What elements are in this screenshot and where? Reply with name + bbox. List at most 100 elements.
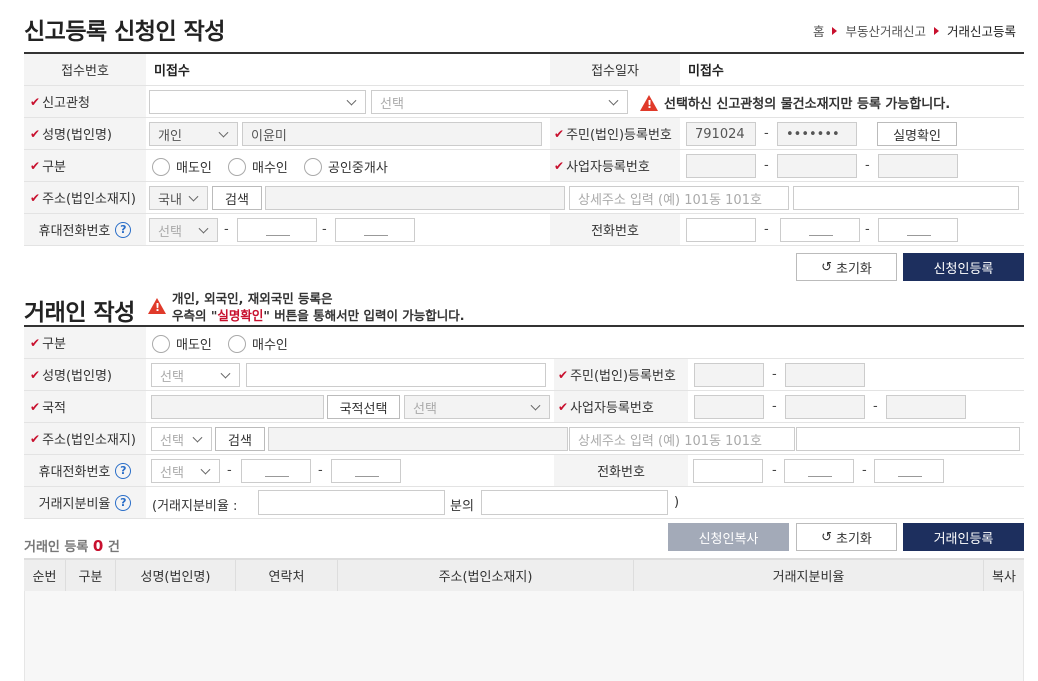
breadcrumb-home[interactable]: 홈 xyxy=(813,21,825,40)
radio-broker[interactable]: 공인중개사 xyxy=(304,157,388,176)
party-address-search-button[interactable]: 검색 xyxy=(215,427,265,451)
party-nationality-input[interactable] xyxy=(151,395,324,419)
share-numerator-input[interactable] xyxy=(481,490,668,515)
party-address-select[interactable]: 선택 xyxy=(151,427,212,451)
dash: - xyxy=(322,222,327,237)
help-icon[interactable]: ? xyxy=(115,221,132,238)
party-radio-seller[interactable]: 매도인 xyxy=(152,334,212,353)
office-warning: ! 선택하신 신고관청의 물건소재지만 등록 가능합니다. xyxy=(640,93,950,112)
party-rrn-front-input[interactable] xyxy=(694,363,764,387)
mobile-middle-input[interactable] xyxy=(237,218,317,242)
party-mobile-middle-input[interactable] xyxy=(241,459,311,483)
dash: - xyxy=(227,463,232,478)
phone-area-input[interactable] xyxy=(686,218,756,242)
party-mobile-label: 휴대전화번호? xyxy=(24,455,146,486)
copy-applicant-button[interactable]: 신청인복사 xyxy=(668,523,789,551)
column-header: 순번 xyxy=(24,560,66,591)
phone-last-input[interactable] xyxy=(878,218,958,242)
applicant-reset-button[interactable]: ↺ 초기화 xyxy=(796,253,897,281)
input-underline xyxy=(364,235,388,236)
address-extra-input[interactable] xyxy=(793,186,1019,210)
nationality-select-button[interactable]: 국적선택 xyxy=(327,395,400,419)
party-biz-input-2[interactable] xyxy=(785,395,865,419)
receipt-date-label: 접수일자 xyxy=(550,54,680,85)
address-detail-input[interactable]: 상세주소 입력 (예) 101동 101호 xyxy=(569,186,789,210)
party-mobile-last-input[interactable] xyxy=(331,459,401,483)
rrn-front-input[interactable]: 791024 xyxy=(686,122,756,146)
dash: - xyxy=(772,399,777,414)
party-row-nationality: ✔ 국적 국적선택 선택 ✔ 사업자등록번호 - - xyxy=(24,391,1024,423)
party-count-number: 0 xyxy=(92,537,104,555)
party-nationality-select[interactable]: 선택 xyxy=(404,395,550,419)
party-address-main-input[interactable] xyxy=(268,427,568,451)
party-biz-input-1[interactable] xyxy=(694,395,764,419)
dash: - xyxy=(865,158,870,173)
receipt-no-label: 접수번호 xyxy=(24,54,146,85)
required-check-icon: ✔ xyxy=(558,399,569,414)
address-search-button[interactable]: 검색 xyxy=(212,186,262,210)
party-radio-buyer[interactable]: 매수인 xyxy=(228,334,288,353)
party-address-extra-input[interactable] xyxy=(796,427,1020,451)
party-name-input[interactable] xyxy=(246,363,546,387)
biz-no-input-2[interactable] xyxy=(777,154,857,178)
party-name-type-select[interactable]: 선택 xyxy=(151,363,240,387)
input-underline xyxy=(808,476,832,477)
party-phone-area-input[interactable] xyxy=(693,459,763,483)
input-underline xyxy=(266,235,290,236)
radio-circle[interactable] xyxy=(304,157,322,176)
party-biz-label: ✔ 사업자등록번호 xyxy=(554,391,688,422)
column-header: 주소(법인소재지) xyxy=(338,560,634,591)
radio-circle[interactable] xyxy=(228,157,246,176)
required-check-icon: ✔ xyxy=(30,158,41,173)
party-phone-last-input[interactable] xyxy=(874,459,944,483)
radio-circle[interactable] xyxy=(152,334,170,353)
office-select-1[interactable] xyxy=(149,90,366,114)
party-phone-middle-input[interactable] xyxy=(784,459,854,483)
name-label: ✔ 성명(법인명) xyxy=(24,118,146,149)
party-rrn-back-input[interactable] xyxy=(785,363,865,387)
rrn-back-input[interactable]: ••••••• xyxy=(777,122,857,146)
input-underline xyxy=(907,235,931,236)
party-register-button[interactable]: 거래인등록 xyxy=(903,523,1024,551)
mobile-prefix-select[interactable]: 선택 xyxy=(149,218,218,242)
office-select-2[interactable]: 선택 xyxy=(371,90,628,114)
biz-no-input-1[interactable] xyxy=(686,154,756,178)
party-mobile-prefix-select[interactable]: 선택 xyxy=(151,459,220,483)
radio-circle[interactable] xyxy=(228,334,246,353)
help-icon[interactable]: ? xyxy=(115,494,132,511)
verify-name-button[interactable]: 실명확인 xyxy=(877,122,957,146)
help-icon[interactable]: ? xyxy=(115,462,132,479)
dash: - xyxy=(318,463,323,478)
address-country-select[interactable]: 국내 xyxy=(149,186,208,210)
required-check-icon: ✔ xyxy=(30,126,41,141)
party-biz-input-3[interactable] xyxy=(886,395,966,419)
mobile-last-input[interactable] xyxy=(335,218,415,242)
share-prefix: (거래지분비율 : xyxy=(152,499,238,514)
required-check-icon: ✔ xyxy=(30,190,41,205)
party-category-label: ✔ 구분 xyxy=(24,327,146,358)
name-input[interactable]: 이윤미 xyxy=(242,122,542,146)
radio-seller[interactable]: 매도인 xyxy=(152,157,212,176)
row-office: ✔ 신고관청 선택 ! 선택하신 신고관청의 물건소재지만 등록 가능합니다. xyxy=(24,86,1024,118)
applicant-register-button[interactable]: 신청인등록 xyxy=(903,253,1024,281)
breadcrumb-item[interactable]: 부동산거래신고 xyxy=(845,21,926,40)
phone-middle-input[interactable] xyxy=(780,218,860,242)
biz-no-input-3[interactable] xyxy=(878,154,958,178)
party-row-name: ✔ 성명(법인명) 선택 ✔ 주민(법인)등록번호 - xyxy=(24,359,1024,391)
party-section-title: 거래인 작성 xyxy=(24,300,135,326)
party-address-detail-input[interactable]: 상세주소 입력 (예) 101동 101호 xyxy=(569,427,795,451)
mobile-label: 휴대전화번호? xyxy=(24,214,146,245)
party-reset-button[interactable]: ↺ 초기화 xyxy=(796,523,897,551)
name-type-select[interactable]: 개인 xyxy=(149,122,238,146)
dash: - xyxy=(862,463,867,478)
address-main-input[interactable] xyxy=(265,186,565,210)
dash: - xyxy=(873,399,878,414)
radio-circle[interactable] xyxy=(152,157,170,176)
breadcrumb-arrow-icon xyxy=(832,26,838,35)
row-address: ✔ 주소(법인소재지) 국내 검색 상세주소 입력 (예) 101동 101호 xyxy=(24,182,1024,214)
required-check-icon: ✔ xyxy=(554,158,565,173)
dash: - xyxy=(772,367,777,382)
reset-icon: ↺ xyxy=(821,529,832,545)
radio-buyer[interactable]: 매수인 xyxy=(228,157,288,176)
share-denominator-input[interactable] xyxy=(258,490,445,515)
